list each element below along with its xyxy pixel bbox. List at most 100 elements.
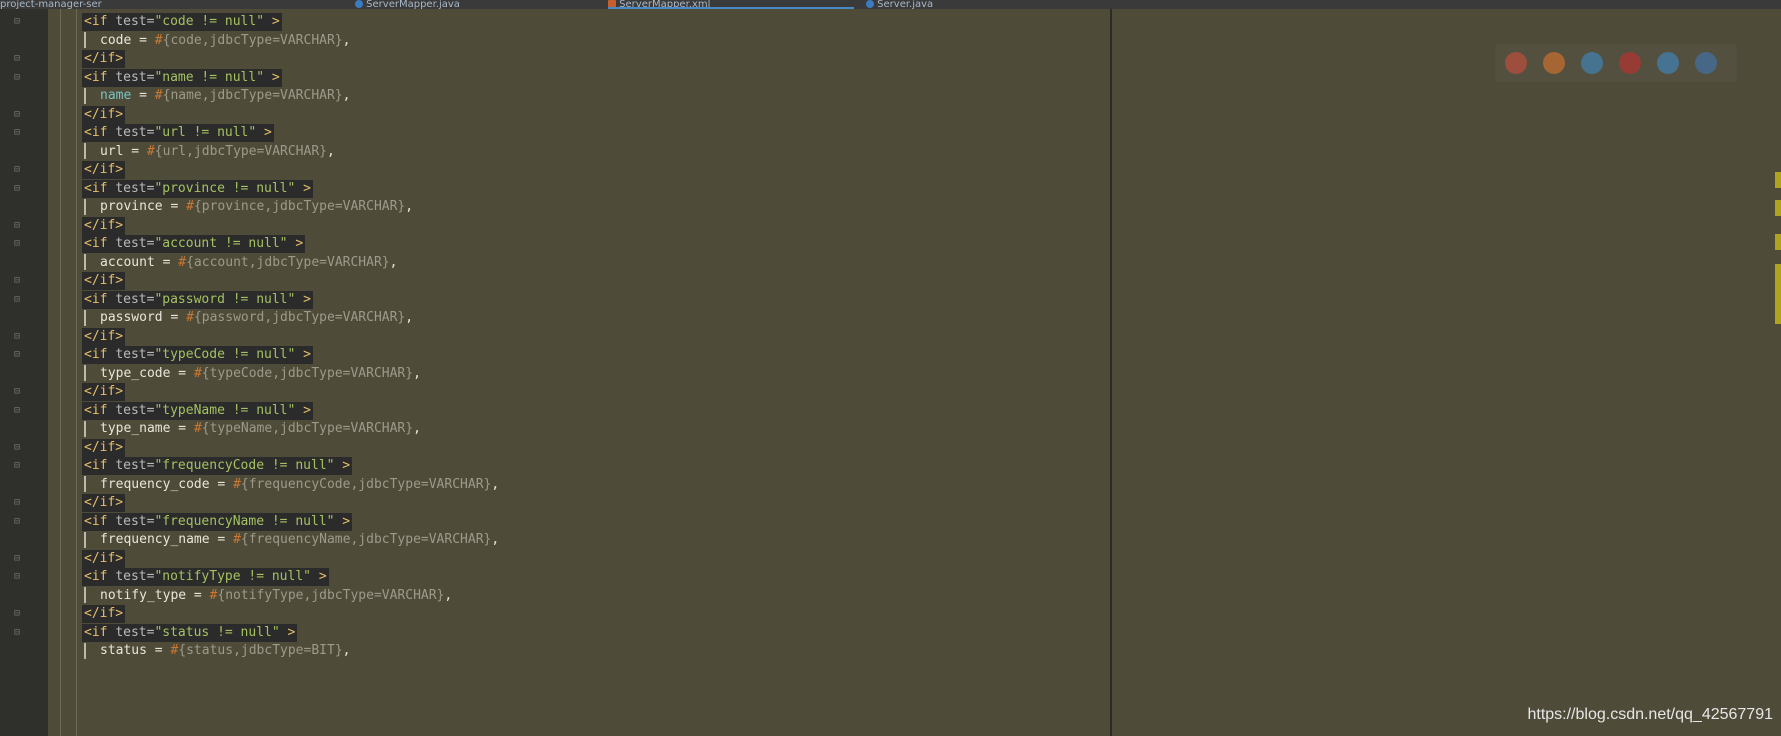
comma: ,	[389, 254, 398, 270]
if-close-line: </if>	[82, 438, 126, 457]
fold-icon[interactable]: ⊟	[14, 165, 24, 175]
column-name: account	[100, 254, 155, 270]
watermark: https://blog.csdn.net/qq_42567791	[1527, 706, 1773, 723]
operator: =	[154, 254, 179, 270]
column-name: password	[100, 310, 163, 325]
column-name: frequency_name	[100, 532, 210, 547]
tag-token: >	[295, 402, 311, 418]
comma: ,	[342, 32, 351, 48]
tab-label: ServerMapper.java	[363, 0, 460, 9]
tag-token: </if>	[84, 495, 124, 510]
column-name: type_code	[100, 365, 171, 381]
if-close-line: </if>	[82, 272, 126, 290]
attr-token: test=	[115, 14, 155, 29]
param-expression: {url,jdbcType=VARCHAR}	[154, 143, 327, 159]
comma: ,	[444, 587, 453, 603]
tab-2[interactable]: ServerMapper.xml	[608, 0, 854, 9]
fold-icon[interactable]: ⊟	[14, 331, 24, 342]
scroll-marker	[1775, 264, 1781, 324]
indent-bar	[84, 587, 86, 603]
hash-token: #	[233, 476, 241, 492]
fold-icon[interactable]: ⊟	[14, 128, 24, 138]
fold-icon[interactable]: ⊟	[14, 183, 24, 194]
test-expression: "notifyType != null"	[154, 569, 311, 584]
indent-bar	[84, 531, 86, 548]
param-expression: {province,jdbcType=VARCHAR}	[193, 199, 406, 214]
tag-token: </if>	[84, 51, 124, 66]
editor-tab-bar: project-manager-ser ServerMapper.java Se…	[0, 0, 1781, 9]
assignment-line: province = #{province,jdbcType=VARCHAR},	[84, 198, 413, 216]
tab-0[interactable]: project-manager-ser	[0, 0, 340, 9]
line-gutter: ⊟ ⊟ ⊟ ⊟ ⊟ ⊟ ⊟ ⊟ ⊟ ⊟ ⊟ ⊟ ⊟ ⊟ ⊟ ⊟ ⊟ ⊟ ⊟ ⊟ ⊟ ⊟ ⊟	[0, 9, 48, 736]
test-expression: "frequencyName != null"	[154, 513, 335, 529]
fold-icon[interactable]: ⊟	[14, 54, 24, 64]
if-open-line: <if test="province != null" >	[82, 179, 313, 198]
code-editor[interactable]: <if test="code != null" > code = #{code,j…	[48, 9, 1110, 736]
operator: =	[131, 88, 155, 103]
attr-token: test=	[115, 291, 155, 307]
fold-icon[interactable]: ⊟	[14, 553, 24, 564]
tag-token: >	[264, 69, 280, 85]
firefox-icon[interactable]	[1543, 52, 1565, 74]
indent-bar	[84, 642, 86, 659]
fold-icon[interactable]: ⊟	[14, 276, 24, 286]
test-expression: "account != null"	[154, 236, 288, 251]
column-name: name	[100, 88, 132, 103]
attr-token: test=	[115, 458, 155, 473]
fold-icon[interactable]: ⊟	[14, 109, 24, 120]
comma: ,	[342, 643, 351, 658]
fold-icon[interactable]: ⊟	[14, 17, 24, 27]
safari-icon[interactable]	[1581, 52, 1603, 74]
assignment-line: notify_type = #{notifyType,jdbcType=VARC…	[84, 587, 452, 605]
tag-token: >	[311, 569, 327, 584]
fold-icon[interactable]: ⊟	[14, 350, 24, 360]
tab-label: Server.java	[874, 0, 934, 9]
indent-bar	[84, 309, 86, 326]
fold-icon[interactable]: ⊟	[14, 405, 24, 416]
chrome-icon[interactable]	[1505, 52, 1527, 74]
if-close-line: </if>	[82, 50, 126, 68]
fold-icon[interactable]: ⊟	[14, 572, 24, 582]
fold-icon[interactable]: ⊟	[14, 516, 24, 527]
fold-icon[interactable]: ⊟	[14, 294, 24, 305]
attr-token: test=	[115, 125, 155, 140]
fold-icon[interactable]: ⊟	[14, 627, 24, 638]
if-close-line: </if>	[82, 327, 126, 346]
param-expression: {frequencyName,jdbcType=VARCHAR}	[240, 532, 492, 547]
tag-token: >	[295, 180, 311, 196]
opera-icon[interactable]	[1619, 52, 1641, 74]
if-open-line: <if test="notifyType != null" >	[82, 568, 329, 586]
tag-token: <if	[84, 14, 116, 29]
tab-3[interactable]: Server.java	[866, 0, 1096, 9]
fold-icon[interactable]: ⊟	[14, 442, 24, 453]
column-name: code	[100, 32, 132, 48]
tab-1[interactable]: ServerMapper.java	[355, 0, 605, 9]
fold-icon[interactable]: ⊟	[14, 239, 24, 249]
fold-icon[interactable]: ⊟	[14, 609, 24, 619]
fold-icon[interactable]: ⊟	[14, 220, 24, 231]
test-expression: "frequencyCode != null"	[154, 458, 335, 473]
tag-token: <if	[84, 513, 116, 529]
edge-icon[interactable]	[1695, 52, 1717, 74]
test-expression: "code != null"	[154, 14, 265, 29]
tag-token: >	[279, 624, 296, 640]
tab-label: project-manager-ser	[0, 0, 102, 9]
param-expression: {notifyType,jdbcType=VARCHAR}	[217, 587, 445, 603]
tag-token: </if>	[84, 550, 124, 566]
ie-icon[interactable]	[1657, 52, 1679, 74]
indent-bar	[84, 420, 86, 437]
assignment-line: frequency_code = #{frequencyCode,jdbcTyp…	[84, 476, 499, 494]
tag-token: </if>	[84, 384, 124, 399]
if-open-line: <if test="account != null" >	[82, 235, 306, 253]
attr-token: test=	[115, 69, 155, 85]
if-close-line: </if>	[82, 605, 126, 623]
tag-token: <if	[84, 402, 116, 418]
tag-token: >	[334, 513, 351, 529]
fold-icon[interactable]: ⊟	[14, 498, 24, 508]
fold-icon[interactable]: ⊟	[14, 461, 24, 471]
tag-token: </if>	[84, 106, 124, 122]
fold-icon[interactable]: ⊟	[14, 387, 24, 397]
param-expression: {frequencyCode,jdbcType=VARCHAR}	[240, 476, 492, 492]
editor-right-pane[interactable]	[1110, 9, 1781, 736]
fold-icon[interactable]: ⊟	[14, 72, 24, 83]
